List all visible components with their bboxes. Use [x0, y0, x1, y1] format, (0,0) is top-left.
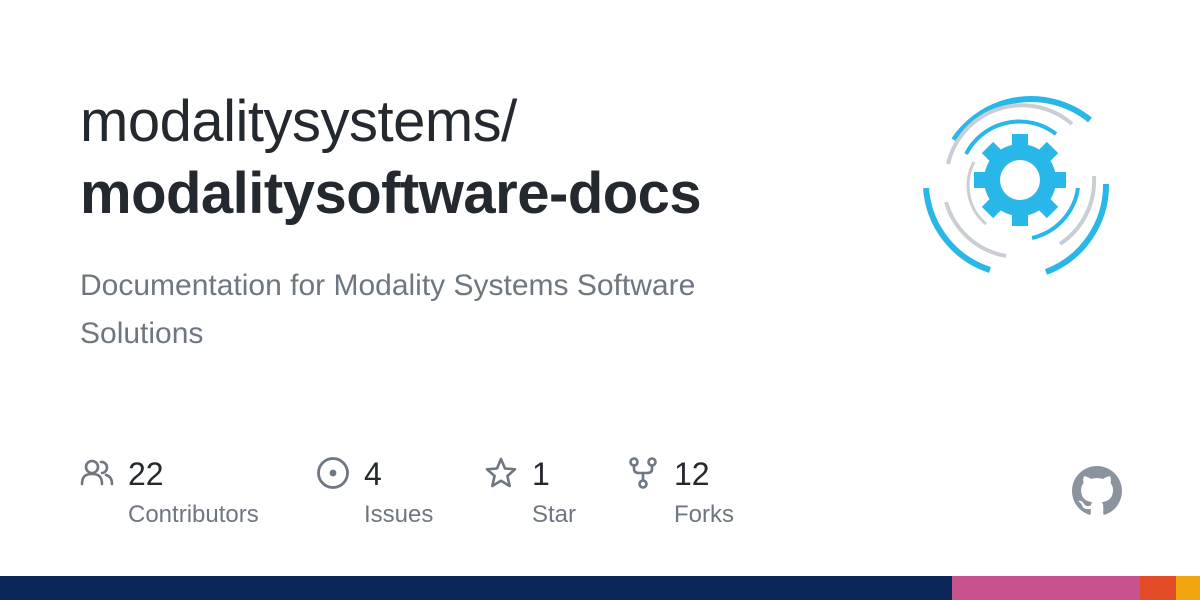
repo-stats: 22 Contributors 4 Issues 1 Star 12 Forks — [80, 452, 840, 542]
star-icon — [484, 456, 518, 490]
repo-name[interactable]: modalitysoftware-docs — [80, 158, 900, 230]
language-bar-segment — [1139, 576, 1176, 600]
contributors-label: Contributors — [128, 501, 259, 528]
repo-title: modalitysystems/ modalitysoftware-docs — [80, 86, 900, 230]
contributors-count: 22 — [128, 456, 164, 492]
issues-label: Issues — [364, 501, 434, 528]
repo-forked-icon — [626, 456, 660, 490]
people-icon — [80, 456, 114, 490]
forks-label: Forks — [674, 501, 734, 528]
issues-count: 4 — [364, 456, 382, 492]
forks-count: 12 — [674, 456, 710, 492]
gear-logo-icon — [923, 96, 1110, 275]
issue-opened-icon — [316, 456, 350, 490]
language-bar-segment — [0, 576, 952, 600]
repo-description: Documentation for Modality Systems Softw… — [80, 269, 696, 350]
repo-owner[interactable]: modalitysystems/ — [80, 86, 900, 158]
language-bar — [0, 576, 1200, 600]
stars-label: Star — [532, 501, 577, 528]
org-logo — [920, 84, 1120, 280]
stars-count: 1 — [532, 456, 550, 492]
language-bar-segment — [951, 576, 1140, 600]
language-bar-segment — [1175, 576, 1200, 600]
github-mark-icon[interactable] — [1072, 466, 1122, 516]
